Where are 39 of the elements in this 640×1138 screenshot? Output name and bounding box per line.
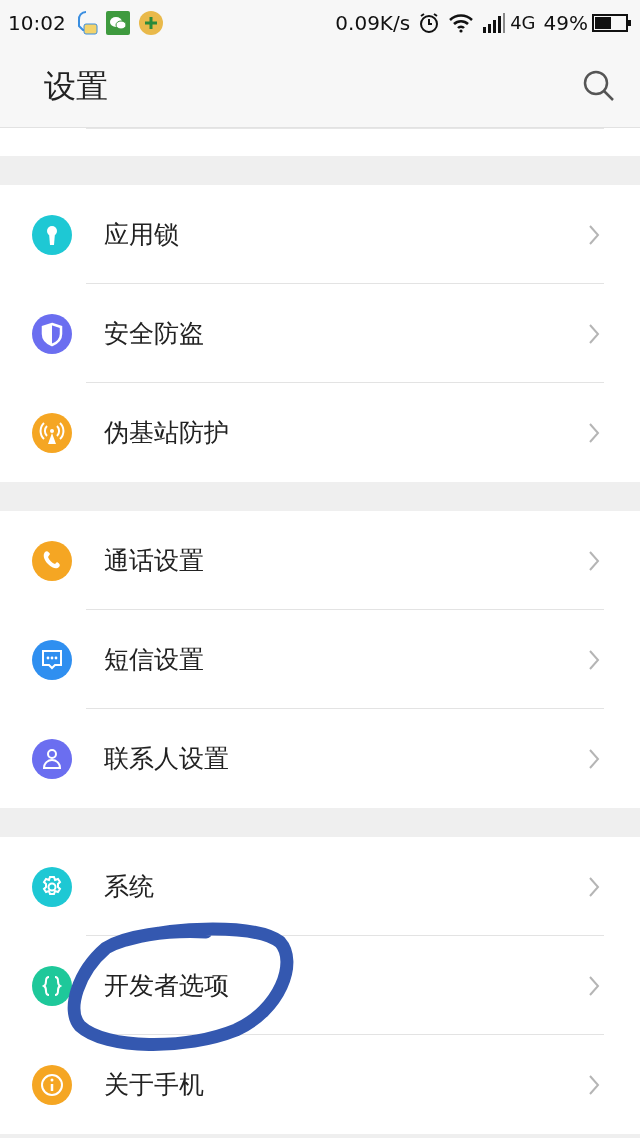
settings-row[interactable]: 通话设置	[0, 511, 640, 610]
chevron-right-icon	[588, 1073, 600, 1096]
chevron-right-icon	[588, 322, 600, 345]
settings-row[interactable]: 系统	[0, 837, 640, 936]
settings-row[interactable]: 关于手机	[0, 1035, 640, 1134]
alarm-icon	[418, 11, 441, 34]
row-label: 联系人设置	[104, 742, 230, 775]
row-label: 关于手机	[104, 1068, 205, 1101]
battery-percent: 49%	[543, 9, 588, 37]
chevron-right-icon	[588, 223, 600, 246]
settings-row[interactable]: 短信设置	[0, 610, 640, 709]
settings-row[interactable]: 开发者选项	[0, 936, 640, 1035]
row-label: 应用锁	[104, 218, 180, 251]
chevron-right-icon	[588, 747, 600, 770]
settings-row[interactable]: 安全防盗	[0, 284, 640, 383]
row-label: 系统	[104, 870, 155, 903]
network-speed: 0.09K/s	[335, 9, 411, 37]
status-time: 10:02	[8, 9, 66, 37]
chevron-right-icon	[588, 974, 600, 997]
chevron-right-icon	[588, 421, 600, 444]
battery-icon	[592, 13, 632, 32]
wechat-icon	[105, 10, 130, 35]
settings-row[interactable]: 伪基站防护	[0, 383, 640, 482]
chevron-right-icon	[588, 549, 600, 572]
row-label: 伪基站防护	[104, 416, 230, 449]
wifi-icon	[448, 12, 475, 33]
signal-icon	[482, 12, 507, 33]
network-type: 4G	[510, 11, 536, 35]
search-icon[interactable]	[582, 69, 616, 103]
chevron-right-icon	[588, 648, 600, 671]
page-title: 设置	[44, 66, 109, 107]
settings-row[interactable]: 联系人设置	[0, 709, 640, 808]
settings-row[interactable]: 应用锁	[0, 185, 640, 284]
row-label: 通话设置	[104, 544, 205, 577]
row-label: 安全防盗	[104, 317, 205, 350]
row-label: 短信设置	[104, 643, 205, 676]
chevron-right-icon	[588, 875, 600, 898]
plus-circle-icon	[137, 9, 164, 36]
row-label: 开发者选项	[104, 969, 230, 1002]
